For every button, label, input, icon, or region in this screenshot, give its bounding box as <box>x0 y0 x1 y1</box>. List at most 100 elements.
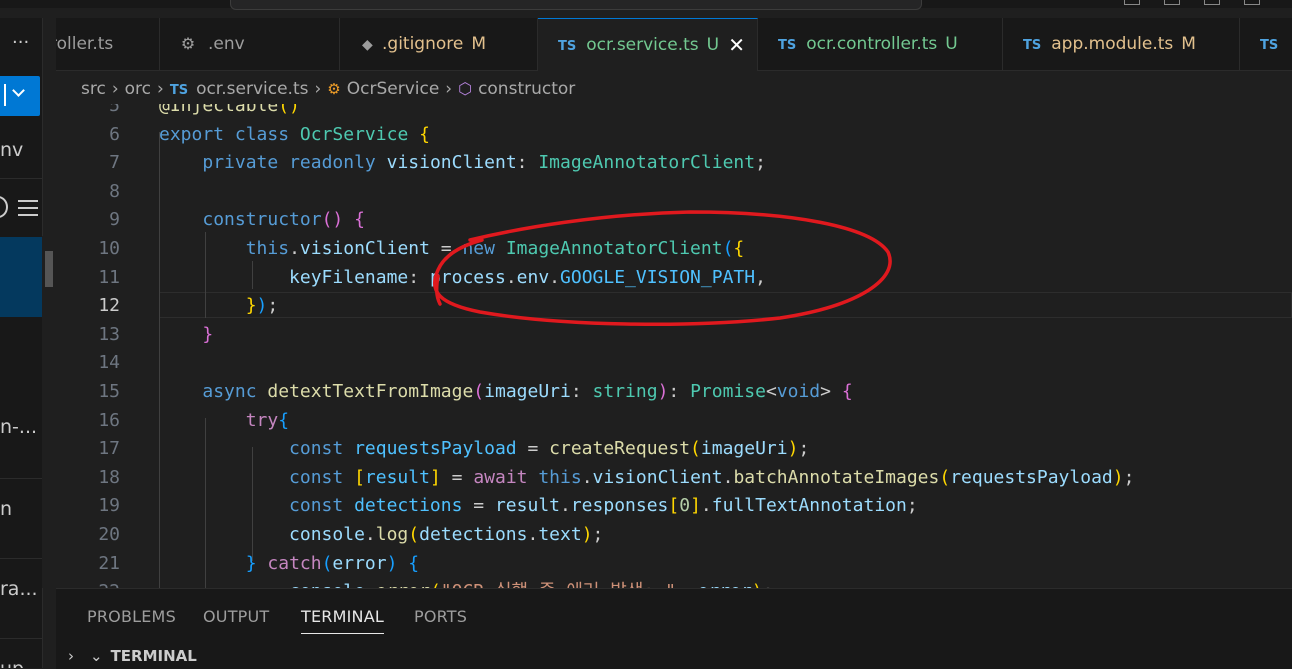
tab-ocr-service-ts[interactable]: TS ocr.service.ts U ✕ <box>538 18 758 71</box>
command-center[interactable] <box>230 0 922 10</box>
chevron-down-icon[interactable]: ⌄ <box>90 647 103 665</box>
tab-app-module-ts[interactable]: TS app.module.ts M <box>1003 18 1240 70</box>
code-token: catch <box>267 552 322 574</box>
list-icon[interactable] <box>18 200 38 216</box>
code-line[interactable]: 22 console.error("OCR 실행 중 에러 발생: ", err… <box>56 578 1292 588</box>
code-line[interactable]: 12 }); <box>56 292 1292 321</box>
breadcrumb-member[interactable]: constructor <box>478 72 575 106</box>
line-number: 10 <box>98 238 120 259</box>
chevron-right-icon[interactable]: › <box>68 647 74 665</box>
code-token: ( <box>722 238 734 259</box>
code-line[interactable]: 7 private readonly visionClient: ImageAn… <box>56 149 1292 178</box>
sidebar-selected-item[interactable] <box>0 237 42 317</box>
git-icon: ◆ <box>362 37 373 53</box>
line-number: 7 <box>109 152 120 174</box>
sidebar-scrollbar[interactable] <box>42 236 56 588</box>
tab-label: .env <box>208 34 245 54</box>
code-token: } <box>245 552 257 574</box>
tab-badge: M <box>1181 34 1196 54</box>
code-line[interactable]: 6 export class OcrService { <box>56 121 1292 150</box>
code-line[interactable]: 8 <box>56 178 1292 207</box>
layout-toggle-icon[interactable] <box>1204 0 1220 5</box>
line-number: 13 <box>98 323 120 345</box>
code-line[interactable]: 5 @Injectable() <box>56 104 1292 121</box>
tab-label: app.module.ts <box>1051 34 1174 54</box>
code-token: class <box>234 123 290 145</box>
breadcrumb-file[interactable]: ocr.service.ts <box>196 72 308 106</box>
sidebar-divider <box>0 478 42 479</box>
breadcrumb-class[interactable]: OcrService <box>347 72 440 106</box>
code-token: ( <box>321 552 333 574</box>
tab-problems[interactable]: PROBLEMS <box>87 607 176 626</box>
code-text: constructor() { <box>159 206 365 235</box>
code-token: { <box>278 409 290 431</box>
code-line[interactable]: 18 const [result] = await this.visionCli… <box>56 464 1292 493</box>
code-token: ) <box>657 381 669 402</box>
line-number: 5 <box>109 104 120 116</box>
more-actions-icon[interactable]: ··· <box>12 32 29 53</box>
code-token: < <box>765 381 777 402</box>
code-line[interactable]: 21 } catch(error) { <box>56 550 1292 579</box>
terminal-section-header[interactable]: › ⌄ TERMINAL <box>68 647 197 665</box>
code-text: @Injectable() <box>159 104 300 121</box>
code-token: private <box>202 152 279 174</box>
code-line[interactable]: 20 console.log(detections.text); <box>56 521 1292 550</box>
code-token: { <box>408 552 420 574</box>
code-editor[interactable]: 5 @Injectable() 6 export class OcrService {… <box>56 104 1292 588</box>
layout-toggle-icon[interactable] <box>1244 0 1260 5</box>
tab-gitignore[interactable]: ◆ .gitignore M <box>340 18 538 70</box>
code-token: : <box>570 381 593 402</box>
tab-ocr-controller-ts[interactable]: TS ocr.controller.ts U <box>758 18 1003 70</box>
code-line[interactable]: 9 constructor() { <box>56 206 1292 235</box>
code-line[interactable]: 10 this.visionClient = new ImageAnnotato… <box>56 235 1292 264</box>
code-line[interactable]: 17 const requestsPayload = createRequest… <box>56 435 1292 464</box>
tab-terminal[interactable]: TERMINAL <box>301 607 384 634</box>
line-number: 9 <box>109 209 120 231</box>
code-token: batchAnnotateImages <box>733 466 940 488</box>
breadcrumb-folder[interactable]: orc <box>125 72 151 106</box>
sidebar-scroll-thumb[interactable] <box>45 251 53 287</box>
layout-toggle-icon[interactable] <box>1164 0 1180 5</box>
breadcrumb-folder[interactable]: src <box>81 72 106 106</box>
code-token: result <box>494 495 560 517</box>
code-text: } catch(error) { <box>159 550 419 579</box>
code-text: private readonly visionClient: ImageAnno… <box>159 149 766 178</box>
code-token: visionClient <box>386 152 517 174</box>
code-text: }); <box>159 292 279 321</box>
code-token: ; <box>798 438 810 460</box>
code-line[interactable]: 19 const detections = result.responses[0… <box>56 492 1292 521</box>
code-line[interactable]: 15 async detextTextFromImage(imageUri: s… <box>56 378 1292 407</box>
code-token: error <box>332 552 387 574</box>
tab-overflow[interactable]: TS <box>1240 18 1292 70</box>
typescript-icon: TS <box>1260 38 1279 53</box>
circle-icon[interactable] <box>0 196 8 218</box>
tab-env[interactable]: ⚙ .env <box>160 18 340 70</box>
title-bar <box>0 0 1292 10</box>
code-line[interactable]: 11 keyFilename: process.env.GOOGLE_VISIO… <box>56 264 1292 293</box>
code-token: await <box>473 466 528 488</box>
code-token: error <box>698 581 752 588</box>
gear-icon: ⚙ <box>180 34 196 53</box>
tab-roller-ts[interactable]: roller.ts <box>56 18 160 70</box>
code-token: detections <box>419 524 528 545</box>
code-line[interactable]: 13 } <box>56 321 1292 350</box>
typescript-icon: TS <box>778 38 797 53</box>
code-token: createRequest <box>549 438 691 460</box>
tab-output[interactable]: OUTPUT <box>203 607 269 626</box>
layout-toggle-icon[interactable] <box>1124 0 1140 5</box>
chevron-down-icon <box>12 84 25 97</box>
dropdown-button[interactable] <box>0 76 40 116</box>
tab-label: .gitignore <box>382 34 464 54</box>
tab-ports[interactable]: PORTS <box>414 607 467 626</box>
close-icon[interactable]: ✕ <box>728 19 745 71</box>
code-token: , <box>755 266 766 288</box>
code-line[interactable]: 16 try{ <box>56 407 1292 436</box>
code-text: this.visionClient = new ImageAnnotatorCl… <box>159 235 745 264</box>
breadcrumb: src › orc › TS ocr.service.ts › ⚙ OcrService › ⬡ co… <box>56 72 1292 106</box>
code-line[interactable]: 14 <box>56 349 1292 378</box>
